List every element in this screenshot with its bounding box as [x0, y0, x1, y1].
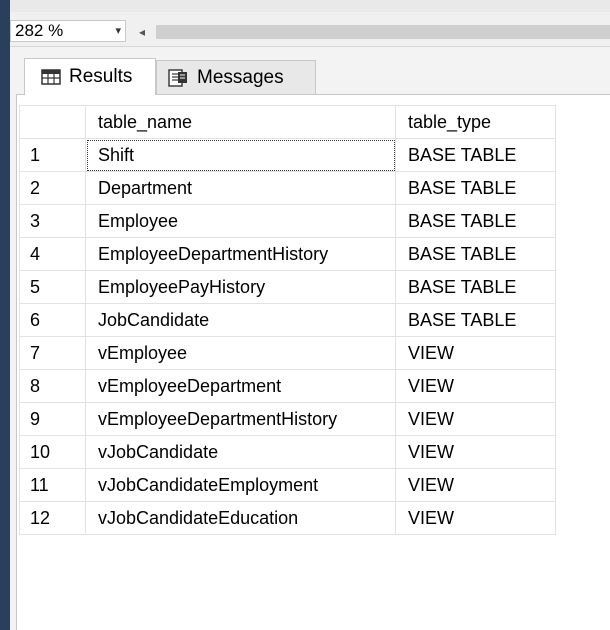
- cell-table-type[interactable]: VIEW: [395, 468, 556, 502]
- cell-table-name[interactable]: vJobCandidate: [85, 435, 396, 469]
- cell-table-type[interactable]: BASE TABLE: [395, 303, 556, 337]
- row-number[interactable]: 4: [19, 237, 86, 271]
- zoom-level: 282 %: [15, 21, 64, 40]
- horizontal-scrollbar[interactable]: [156, 25, 610, 39]
- cell-table-type[interactable]: VIEW: [395, 369, 556, 403]
- cell-table-name[interactable]: Department: [85, 171, 396, 205]
- table-row[interactable]: 7 vEmployee VIEW: [19, 336, 556, 370]
- table-row[interactable]: 5 EmployeePayHistory BASE TABLE: [19, 270, 556, 304]
- table-row[interactable]: 3 Employee BASE TABLE: [19, 204, 556, 238]
- table-row[interactable]: 11 vJobCandidateEmployment VIEW: [19, 468, 556, 502]
- cell-table-name[interactable]: JobCandidate: [85, 303, 396, 337]
- header-row: table_name table_type: [19, 105, 556, 139]
- row-number[interactable]: 11: [19, 468, 86, 502]
- cell-table-type[interactable]: BASE TABLE: [395, 237, 556, 271]
- results-table: table_name table_type 1 Shift BASE TABLE 2 D…: [19, 105, 556, 535]
- cell-table-type[interactable]: BASE TABLE: [395, 138, 556, 172]
- row-number[interactable]: 2: [19, 171, 86, 205]
- cell-table-type[interactable]: BASE TABLE: [395, 204, 556, 238]
- cell-table-name[interactable]: vEmployeeDepartment: [85, 369, 396, 403]
- column-header-table-type[interactable]: table_type: [395, 105, 556, 139]
- table-row[interactable]: 10 vJobCandidate VIEW: [19, 435, 556, 469]
- row-number[interactable]: 3: [19, 204, 86, 238]
- result-tabs: Results Messages: [10, 58, 610, 95]
- scroll-left-arrow-icon[interactable]: ◂: [134, 22, 150, 42]
- grid-icon: [41, 69, 61, 85]
- table-row[interactable]: 9 vEmployeeDepartmentHistory VIEW: [19, 402, 556, 436]
- row-number[interactable]: 10: [19, 435, 86, 469]
- cell-table-type[interactable]: VIEW: [395, 501, 556, 535]
- table-row[interactable]: 6 JobCandidate BASE TABLE: [19, 303, 556, 337]
- chevron-down-icon[interactable]: ▾: [115, 21, 121, 41]
- messages-icon: [168, 68, 187, 87]
- zoom-bar: 282 % ▾ ◂: [10, 12, 610, 47]
- tab-results[interactable]: Results: [24, 58, 156, 95]
- table-row[interactable]: 8 vEmployeeDepartment VIEW: [19, 369, 556, 403]
- cell-table-name[interactable]: EmployeeDepartmentHistory: [85, 237, 396, 271]
- cell-table-type[interactable]: BASE TABLE: [395, 171, 556, 205]
- cell-table-name[interactable]: vJobCandidateEducation: [85, 501, 396, 535]
- table-row[interactable]: 4 EmployeeDepartmentHistory BASE TABLE: [19, 237, 556, 271]
- row-number[interactable]: 9: [19, 402, 86, 436]
- cell-table-name[interactable]: Shift: [85, 138, 396, 172]
- results-grid-area: table_name table_type 1 Shift BASE TABLE 2 D…: [16, 94, 610, 630]
- column-header-table-name[interactable]: table_name: [85, 105, 396, 139]
- top-band: [10, 0, 610, 12]
- cell-table-type[interactable]: VIEW: [395, 402, 556, 436]
- cell-table-name[interactable]: vEmployeeDepartmentHistory: [85, 402, 396, 436]
- cell-table-type[interactable]: VIEW: [395, 336, 556, 370]
- cell-table-name[interactable]: Employee: [85, 204, 396, 238]
- row-number[interactable]: 7: [19, 336, 86, 370]
- cell-table-name[interactable]: vJobCandidateEmployment: [85, 468, 396, 502]
- table-row[interactable]: 1 Shift BASE TABLE: [19, 138, 556, 172]
- row-header-corner[interactable]: [19, 105, 86, 139]
- row-number[interactable]: 1: [19, 138, 86, 172]
- row-number[interactable]: 5: [19, 270, 86, 304]
- row-number[interactable]: 12: [19, 501, 86, 535]
- row-number[interactable]: 6: [19, 303, 86, 337]
- window-left-edge: [0, 0, 10, 630]
- cell-table-type[interactable]: VIEW: [395, 435, 556, 469]
- cell-table-name[interactable]: EmployeePayHistory: [85, 270, 396, 304]
- cell-table-type[interactable]: BASE TABLE: [395, 270, 556, 304]
- tab-messages[interactable]: Messages: [156, 60, 316, 94]
- table-row[interactable]: 2 Department BASE TABLE: [19, 171, 556, 205]
- table-row[interactable]: 12 vJobCandidateEducation VIEW: [19, 501, 556, 535]
- tab-results-label: Results: [69, 66, 133, 87]
- tab-messages-label: Messages: [197, 66, 284, 88]
- cell-table-name[interactable]: vEmployee: [85, 336, 396, 370]
- row-number[interactable]: 8: [19, 369, 86, 403]
- zoom-select[interactable]: 282 % ▾: [10, 20, 126, 42]
